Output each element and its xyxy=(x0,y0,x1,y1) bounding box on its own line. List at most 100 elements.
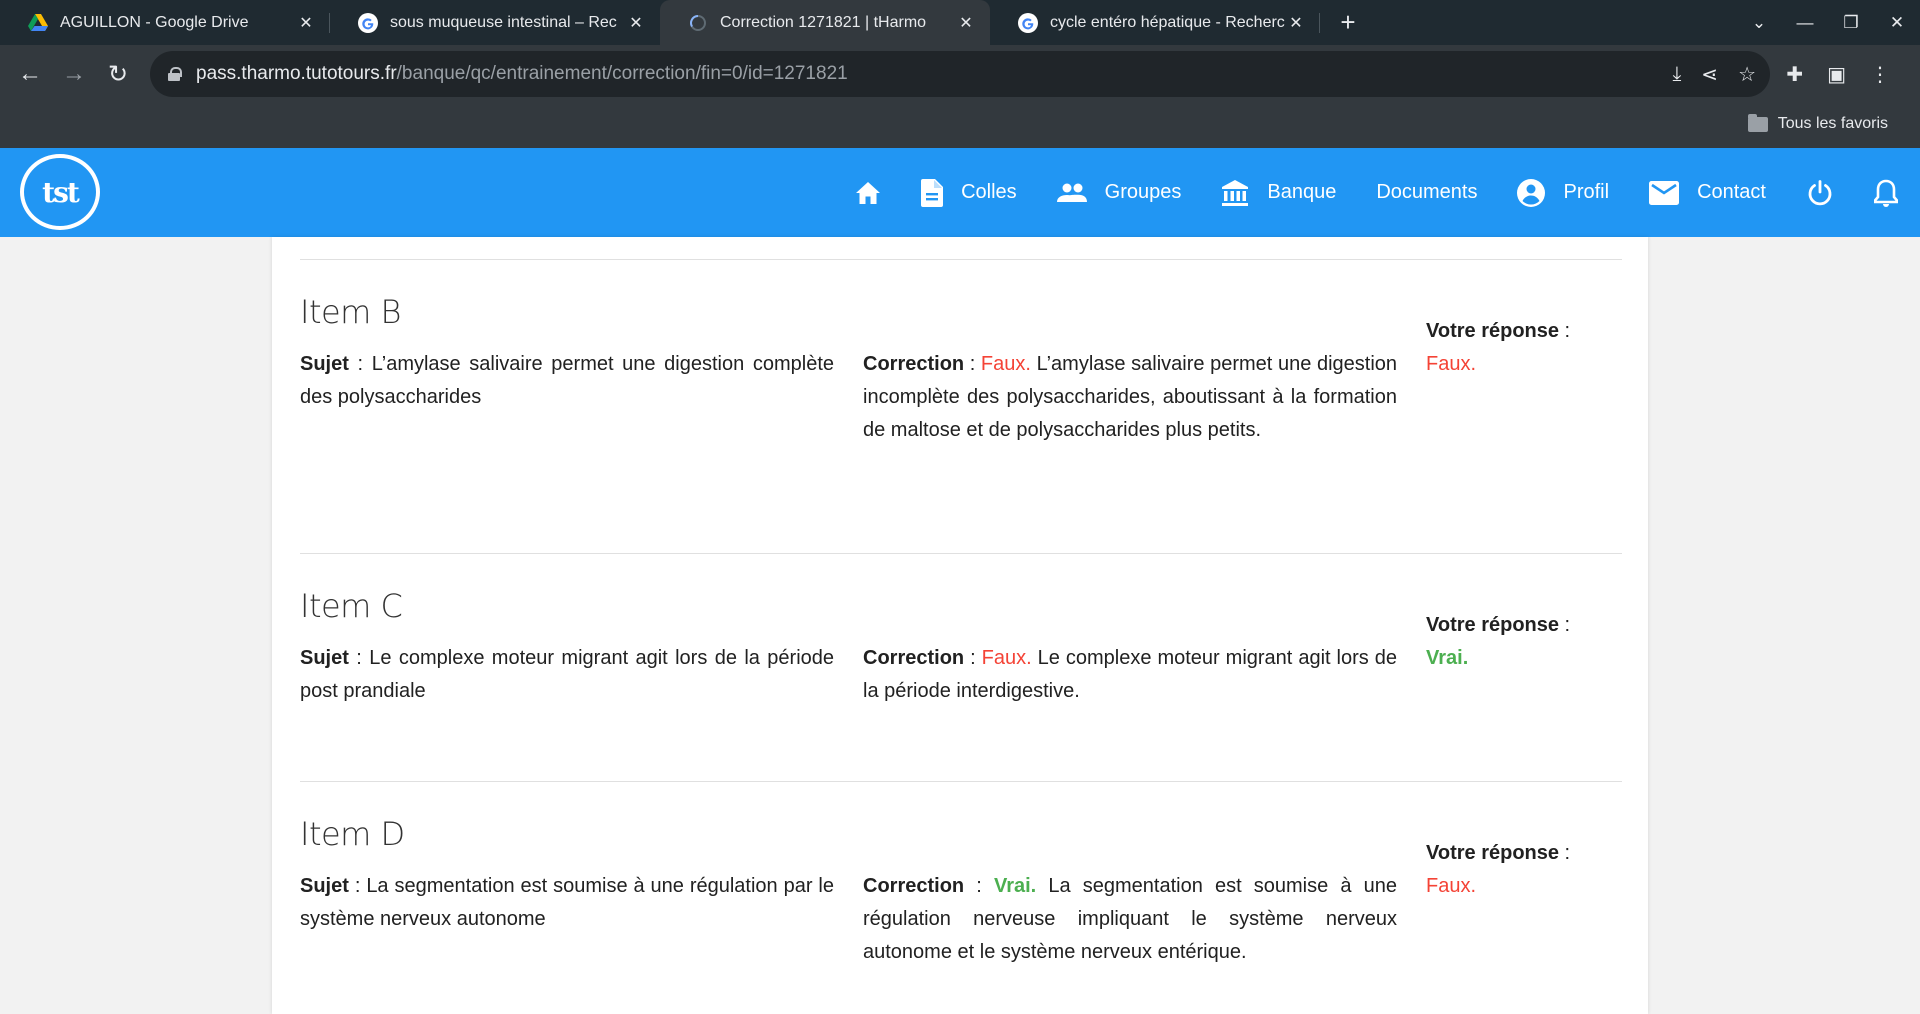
url-text: pass.tharmo.tutotours.fr/banque/qc/entra… xyxy=(196,63,848,84)
sujet-text: Le complexe moteur migrant agit lors de … xyxy=(300,647,835,702)
restore-icon[interactable]: ❐ xyxy=(1828,13,1874,33)
close-window-icon[interactable]: ✕ xyxy=(1874,13,1920,33)
item-title: Item B xyxy=(300,293,401,331)
tab-title: Correction 1271821 | tHarmo xyxy=(720,13,927,31)
tab-title: cycle entéro hépatique - Recherc xyxy=(1050,13,1285,31)
item-sujet: Sujet : Le complexe moteur migrant agit … xyxy=(300,647,835,702)
notifications-button[interactable] xyxy=(1874,179,1898,207)
item-correction: Correction : Faux. L’amylase salivaire p… xyxy=(863,353,1398,441)
extensions-icon[interactable]: ✚ xyxy=(1786,62,1803,87)
browser-tab-drive[interactable]: AGUILLON - Google Drive ✕ xyxy=(0,0,330,45)
item-reponse: Votre réponse : Faux. xyxy=(1426,320,1571,375)
divider xyxy=(300,781,1622,782)
sujet-text: La segmentation est soumise à une régula… xyxy=(300,875,834,930)
item-d: Item D Sujet : La segmentation est soumi… xyxy=(300,815,1622,963)
reponse-value: Faux. xyxy=(1426,875,1477,897)
mail-icon xyxy=(1649,180,1680,205)
menu-banque[interactable]: Banque xyxy=(1221,179,1336,207)
reponse-value: Vrai. xyxy=(1426,647,1469,669)
all-bookmarks-label: Tous les favoris xyxy=(1777,115,1888,132)
menu-contact[interactable]: Contact xyxy=(1649,180,1766,205)
item-correction: Correction : Faux. Le complexe moteur mi… xyxy=(863,647,1398,702)
item-title: Item C xyxy=(300,587,403,625)
browser-tab-cycle[interactable]: cycle entéro hépatique - Recherc ✕ xyxy=(990,0,1320,45)
site-header: tst Colles Groupes Banque Documents Prof… xyxy=(0,148,1920,237)
close-icon[interactable]: ✕ xyxy=(296,13,316,33)
tab-title: AGUILLON - Google Drive xyxy=(60,13,249,31)
close-icon[interactable]: ✕ xyxy=(626,13,646,33)
more-menu-icon[interactable]: ⋮ xyxy=(1870,62,1890,87)
correction-label: Correction xyxy=(863,647,965,669)
reponse-label: Votre réponse xyxy=(1426,320,1559,342)
correction-verdict: Faux. xyxy=(981,647,1032,669)
main-menu: Colles Groupes Banque Documents Profil C… xyxy=(855,148,1920,237)
share-icon[interactable]: ⋖ xyxy=(1701,62,1718,87)
item-title: Item D xyxy=(300,815,405,853)
site-logo[interactable]: tst xyxy=(20,154,100,230)
home-button[interactable] xyxy=(855,181,881,205)
correction-panel: Item B Sujet : L’amylase salivaire perme… xyxy=(272,237,1648,1014)
side-panel-icon[interactable]: ▣ xyxy=(1827,62,1846,87)
minimize-icon[interactable]: — xyxy=(1782,13,1828,33)
new-tab-button[interactable]: + xyxy=(1326,0,1370,45)
correction-verdict: Faux. xyxy=(980,353,1031,375)
address-bar[interactable]: pass.tharmo.tutotours.fr/banque/qc/entra… xyxy=(150,51,1770,97)
home-icon xyxy=(856,181,881,204)
divider xyxy=(300,259,1622,260)
sujet-label: Sujet xyxy=(300,875,349,897)
tab-title: sous muqueuse intestinal – Rec xyxy=(390,13,617,31)
item-sujet: Sujet : L’amylase salivaire permet une d… xyxy=(300,353,835,408)
reponse-label: Votre réponse xyxy=(1426,842,1559,864)
item-sujet: Sujet : La segmentation est soumise à un… xyxy=(300,875,834,930)
correction-verdict: Vrai. xyxy=(993,875,1037,897)
power-icon xyxy=(1808,179,1832,205)
item-b: Item B Sujet : L’amylase salivaire perme… xyxy=(300,293,1622,441)
lock-icon xyxy=(168,67,182,81)
bell-icon xyxy=(1874,179,1898,207)
sujet-text: L’amylase salivaire permet une digestion… xyxy=(300,353,835,408)
menu-documents[interactable]: Documents xyxy=(1376,181,1477,204)
close-icon[interactable]: ✕ xyxy=(1286,13,1306,33)
group-icon xyxy=(1056,183,1087,203)
menu-banque-label: Banque xyxy=(1267,181,1337,203)
bookmarks-bar: Tous les favoris xyxy=(0,103,1920,148)
menu-colles[interactable]: Colles xyxy=(921,178,1017,207)
correction-label: Correction xyxy=(863,875,965,897)
browser-tab-correction[interactable]: Correction 1271821 | tHarmo ✕ xyxy=(660,0,990,45)
google-drive-icon xyxy=(28,13,48,33)
sujet-label: Sujet xyxy=(300,647,349,669)
menu-groupes-label: Groupes xyxy=(1104,181,1182,203)
logo-text: tst xyxy=(42,175,80,209)
document-icon xyxy=(921,178,944,207)
close-icon[interactable]: ✕ xyxy=(956,13,976,33)
back-arrow-icon[interactable]: ← xyxy=(8,60,52,88)
sujet-label: Sujet xyxy=(300,353,349,375)
star-icon[interactable]: ☆ xyxy=(1738,62,1756,87)
account-circle-icon xyxy=(1517,178,1546,207)
window-controls: ⌄ — ❐ ✕ xyxy=(1736,0,1920,45)
browser-toolbar: ← → ↻ pass.tharmo.tutotours.fr/banque/qc… xyxy=(0,45,1920,103)
browser-tab-sous-muqueuse[interactable]: sous muqueuse intestinal – Rec ✕ xyxy=(330,0,660,45)
reponse-label: Votre réponse xyxy=(1426,614,1559,636)
item-correction: Correction : Vrai. La segmentation est s… xyxy=(863,875,1397,963)
menu-profil[interactable]: Profil xyxy=(1517,178,1609,207)
loading-icon xyxy=(688,13,708,33)
menu-groupes[interactable]: Groupes xyxy=(1056,181,1182,204)
folder-icon xyxy=(1747,113,1768,132)
all-bookmarks-button[interactable]: Tous les favoris xyxy=(1747,113,1888,133)
menu-documents-label: Documents xyxy=(1376,181,1478,203)
chevron-down-icon[interactable]: ⌄ xyxy=(1736,13,1782,33)
divider xyxy=(300,553,1622,554)
item-reponse: Votre réponse : Faux. xyxy=(1426,842,1571,897)
google-icon xyxy=(1018,12,1038,33)
bank-icon xyxy=(1221,179,1249,207)
browser-tab-bar: AGUILLON - Google Drive ✕ sous muqueuse … xyxy=(0,0,1920,45)
google-icon xyxy=(358,12,378,33)
item-c: Item C Sujet : Le complexe moteur migran… xyxy=(300,587,1622,702)
reload-icon[interactable]: ↻ xyxy=(96,60,140,89)
install-icon[interactable]: ⤓ xyxy=(1672,63,1681,86)
logout-button[interactable] xyxy=(1806,179,1834,207)
menu-contact-label: Contact xyxy=(1697,181,1766,203)
menu-colles-label: Colles xyxy=(961,181,1017,203)
forward-arrow-icon[interactable]: → xyxy=(52,60,96,88)
